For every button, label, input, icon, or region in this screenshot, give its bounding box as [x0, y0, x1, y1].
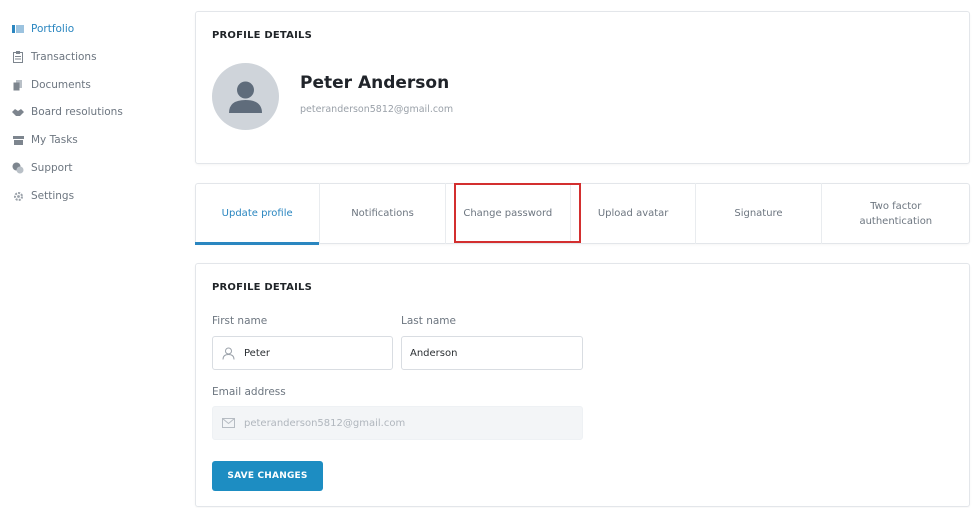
last-name-field[interactable]: Anderson: [401, 336, 583, 370]
sidebar-item-settings[interactable]: Settings: [12, 186, 74, 206]
last-name-value: Anderson: [410, 347, 458, 359]
avatar: [212, 63, 279, 130]
clipboard-icon: [12, 51, 24, 63]
user-silhouette-icon: [229, 81, 262, 113]
portfolio-icon: [12, 23, 24, 35]
tab-notifications[interactable]: Notifications: [320, 183, 446, 244]
tab-update-profile[interactable]: Update profile: [195, 183, 321, 245]
sidebar-item-board-resolutions[interactable]: Board resolutions: [12, 102, 123, 122]
sidebar-item-label: Portfolio: [31, 23, 75, 35]
first-name-value: Peter: [244, 347, 271, 359]
save-changes-button[interactable]: SAVE CHANGES: [212, 461, 323, 491]
sidebar: Portfolio Transactions Documents Board r…: [0, 0, 190, 508]
tasks-icon: [12, 134, 24, 146]
sidebar-item-label: Transactions: [31, 51, 97, 63]
tab-two-factor-authentication[interactable]: Two factor authentication: [822, 183, 970, 244]
profile-email: peteranderson5812@gmail.com: [300, 104, 454, 115]
handshake-icon: [12, 106, 24, 118]
tab-upload-avatar[interactable]: Upload avatar: [571, 183, 697, 244]
sidebar-item-my-tasks[interactable]: My Tasks: [12, 130, 78, 150]
email-label: Email address: [212, 386, 286, 398]
sidebar-item-documents[interactable]: Documents: [12, 75, 91, 95]
last-name-label: Last name: [401, 315, 456, 327]
sidebar-item-label: Settings: [31, 190, 75, 202]
mail-icon: [221, 416, 235, 430]
tab-change-password[interactable]: Change password: [446, 183, 571, 244]
email-value: peteranderson5812@gmail.com: [244, 417, 406, 429]
support-icon: [12, 162, 24, 174]
profile-section-title: PROFILE DETAILS: [212, 30, 312, 41]
email-field: peteranderson5812@gmail.com: [212, 406, 583, 440]
documents-icon: [12, 79, 24, 91]
first-name-label: First name: [212, 315, 268, 327]
form-section-title: PROFILE DETAILS: [212, 282, 312, 293]
first-name-field[interactable]: Peter: [212, 336, 393, 370]
settings-tabs: Update profile Notifications Change pass…: [195, 183, 970, 245]
sidebar-item-label: Support: [31, 162, 73, 174]
gear-icon: [12, 190, 24, 202]
sidebar-item-label: My Tasks: [31, 134, 78, 146]
sidebar-item-transactions[interactable]: Transactions: [12, 47, 97, 67]
sidebar-item-support[interactable]: Support: [12, 158, 73, 178]
user-icon: [221, 346, 235, 360]
sidebar-item-label: Board resolutions: [31, 106, 123, 118]
tab-signature[interactable]: Signature: [696, 183, 822, 244]
sidebar-item-label: Documents: [31, 79, 91, 91]
sidebar-item-portfolio[interactable]: Portfolio: [12, 19, 74, 39]
profile-name: Peter Anderson: [300, 73, 450, 93]
